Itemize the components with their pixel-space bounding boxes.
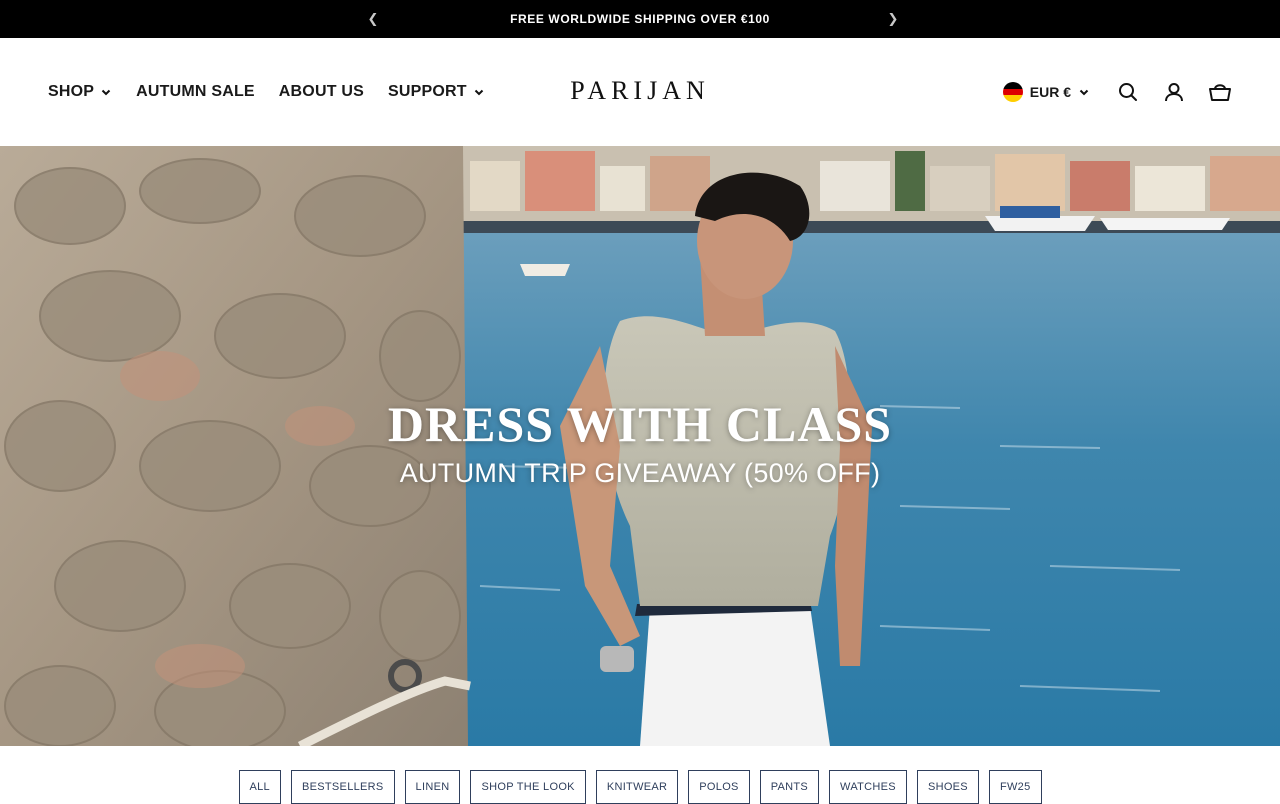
currency-label: EUR € bbox=[1029, 84, 1071, 100]
category-chip-shop-the-look[interactable]: SHOP THE LOOK bbox=[470, 770, 586, 804]
chevron-left-icon[interactable]: ❮ bbox=[366, 11, 380, 27]
chevron-down-icon bbox=[474, 89, 483, 96]
user-icon bbox=[1165, 83, 1183, 102]
category-chip-knitwear[interactable]: KNITWEAR bbox=[595, 770, 679, 804]
chevron-right-icon[interactable]: ❯ bbox=[886, 11, 900, 27]
category-chip-linen[interactable]: LINEN bbox=[404, 770, 461, 804]
announcement-bar: ❮ FREE WORLDWIDE SHIPPING OVER €100 ❯ bbox=[0, 0, 1280, 38]
germany-flag-icon bbox=[1002, 82, 1023, 102]
category-chip-bestsellers[interactable]: BESTSELLERS bbox=[290, 770, 395, 804]
nav-item-label: AUTUMN SALE bbox=[136, 83, 255, 100]
category-chip-shoes[interactable]: SHOES bbox=[916, 770, 979, 804]
hero-banner[interactable]: DRESS WITH CLASS AUTUMN TRIP GIVEAWAY (5… bbox=[0, 146, 1280, 746]
header-tools: EUR € bbox=[1002, 38, 1232, 146]
category-chip-watches[interactable]: WATCHES bbox=[829, 770, 907, 804]
announcement-text: FREE WORLDWIDE SHIPPING OVER €100 bbox=[510, 12, 770, 26]
brand-logo[interactable]: PARIJAN bbox=[560, 76, 720, 106]
nav-item-shop[interactable]: SHOP bbox=[48, 83, 112, 101]
nav-item-label: SUPPORT bbox=[387, 83, 467, 100]
nav-item-about-us[interactable]: ABOUT US bbox=[279, 83, 364, 101]
cart-button[interactable] bbox=[1208, 80, 1232, 104]
account-button[interactable] bbox=[1162, 80, 1186, 104]
hero-text: DRESS WITH CLASS AUTUMN TRIP GIVEAWAY (5… bbox=[0, 396, 1280, 489]
nav-item-label: SHOP bbox=[48, 83, 95, 100]
chevron-down-icon bbox=[101, 89, 111, 96]
hero-subtitle: AUTUMN TRIP GIVEAWAY (50% OFF) bbox=[399, 458, 881, 488]
basket-icon bbox=[1209, 84, 1231, 101]
category-chip-pants[interactable]: PANTS bbox=[759, 770, 820, 804]
category-chip-polos[interactable]: POLOS bbox=[688, 770, 750, 804]
nav-item-support[interactable]: SUPPORT bbox=[388, 83, 485, 101]
search-icon bbox=[1119, 83, 1137, 101]
chevron-down-icon bbox=[1079, 89, 1089, 96]
category-chip-fw25[interactable]: FW25 bbox=[988, 770, 1042, 804]
nav-item-autumn-sale[interactable]: AUTUMN SALE bbox=[136, 83, 255, 101]
category-filter: ALL BESTSELLERS LINEN SHOP THE LOOK KNIT… bbox=[0, 770, 1280, 804]
category-chip-all[interactable]: ALL bbox=[238, 770, 281, 804]
hero-title: DRESS WITH CLASS bbox=[387, 396, 893, 452]
currency-selector[interactable]: EUR € bbox=[1002, 82, 1090, 102]
search-button[interactable] bbox=[1116, 80, 1140, 104]
main-navigation: SHOP AUTUMN SALE ABOUT US SUPPORT bbox=[48, 38, 485, 146]
site-header: SHOP AUTUMN SALE ABOUT US SUPPORT PARIJA… bbox=[0, 38, 1280, 146]
nav-item-label: ABOUT US bbox=[278, 83, 364, 100]
